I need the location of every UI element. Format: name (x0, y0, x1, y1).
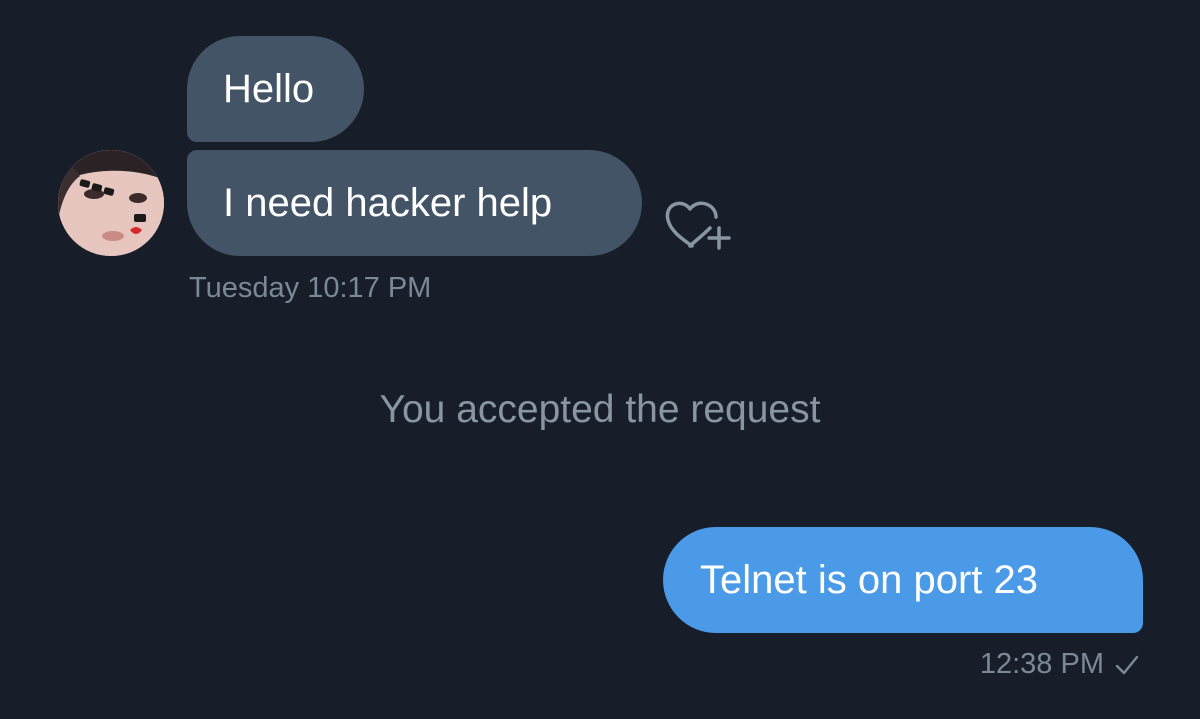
incoming-message-bubble[interactable]: Hello (187, 36, 364, 142)
sender-avatar[interactable] (58, 150, 164, 256)
outgoing-timestamp: 12:38 PM (979, 648, 1104, 680)
system-message: You accepted the request (379, 388, 821, 431)
avatar-image (58, 150, 164, 256)
heart-plus-icon[interactable] (664, 190, 736, 254)
outgoing-status: 12:38 PM (980, 648, 1140, 681)
incoming-message-bubble[interactable]: I need hacker help (187, 150, 642, 256)
outgoing-message-bubble[interactable]: Telnet is on port 23 (663, 527, 1143, 633)
message-text: Hello (223, 67, 315, 111)
message-text: I need hacker help (223, 181, 553, 225)
checkmark-icon (1114, 652, 1140, 678)
incoming-timestamp: Tuesday 10:17 PM (189, 272, 432, 304)
message-text: Telnet is on port 23 (700, 558, 1038, 602)
